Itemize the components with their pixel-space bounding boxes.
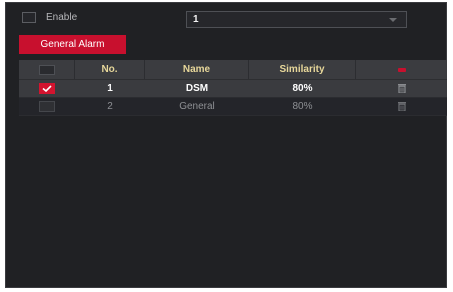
column-header-no: No. <box>75 60 145 79</box>
checkmark-icon <box>42 85 52 92</box>
select-all-header <box>19 60 75 79</box>
delete-column-header <box>356 60 447 79</box>
row-checkbox-cell <box>19 80 75 97</box>
chevron-down-icon <box>389 18 397 22</box>
column-header-name: Name <box>145 60 249 79</box>
enable-label: Enable <box>46 12 78 23</box>
row-name: General <box>179 101 215 112</box>
row-similarity: 80% <box>292 83 313 94</box>
row-delete-cell <box>356 98 447 115</box>
select-all-checkbox[interactable] <box>38 64 55 75</box>
table-row[interactable]: 1 DSM 80% <box>19 80 447 98</box>
alarm-number-value: 1 <box>193 14 199 25</box>
row-checkbox-checked[interactable] <box>39 83 55 94</box>
row-no: 2 <box>107 101 113 112</box>
table-header: No. Name Similarity <box>19 60 447 80</box>
trash-icon[interactable] <box>397 102 407 111</box>
delete-all-icon[interactable] <box>397 67 406 72</box>
alarm-list-table: No. Name Similarity 1 DSM 80% 2 General … <box>19 60 447 116</box>
enable-checkbox[interactable] <box>22 12 36 23</box>
alarm-config-panel: Enable 1 General Alarm No. Name Similari… <box>5 2 447 288</box>
row-checkbox-cell <box>19 98 75 115</box>
column-header-similarity: Similarity <box>249 60 356 79</box>
general-alarm-button[interactable]: General Alarm <box>19 35 126 54</box>
row-name: DSM <box>185 83 209 94</box>
row-no: 1 <box>107 83 113 94</box>
alarm-number-select[interactable]: 1 <box>186 11 407 28</box>
row-delete-cell <box>356 80 447 97</box>
row-similarity: 80% <box>292 101 313 112</box>
enable-row: Enable <box>22 12 77 23</box>
row-checkbox[interactable] <box>39 101 55 112</box>
trash-icon[interactable] <box>397 84 407 93</box>
table-row[interactable]: 2 General 80% <box>19 98 447 116</box>
